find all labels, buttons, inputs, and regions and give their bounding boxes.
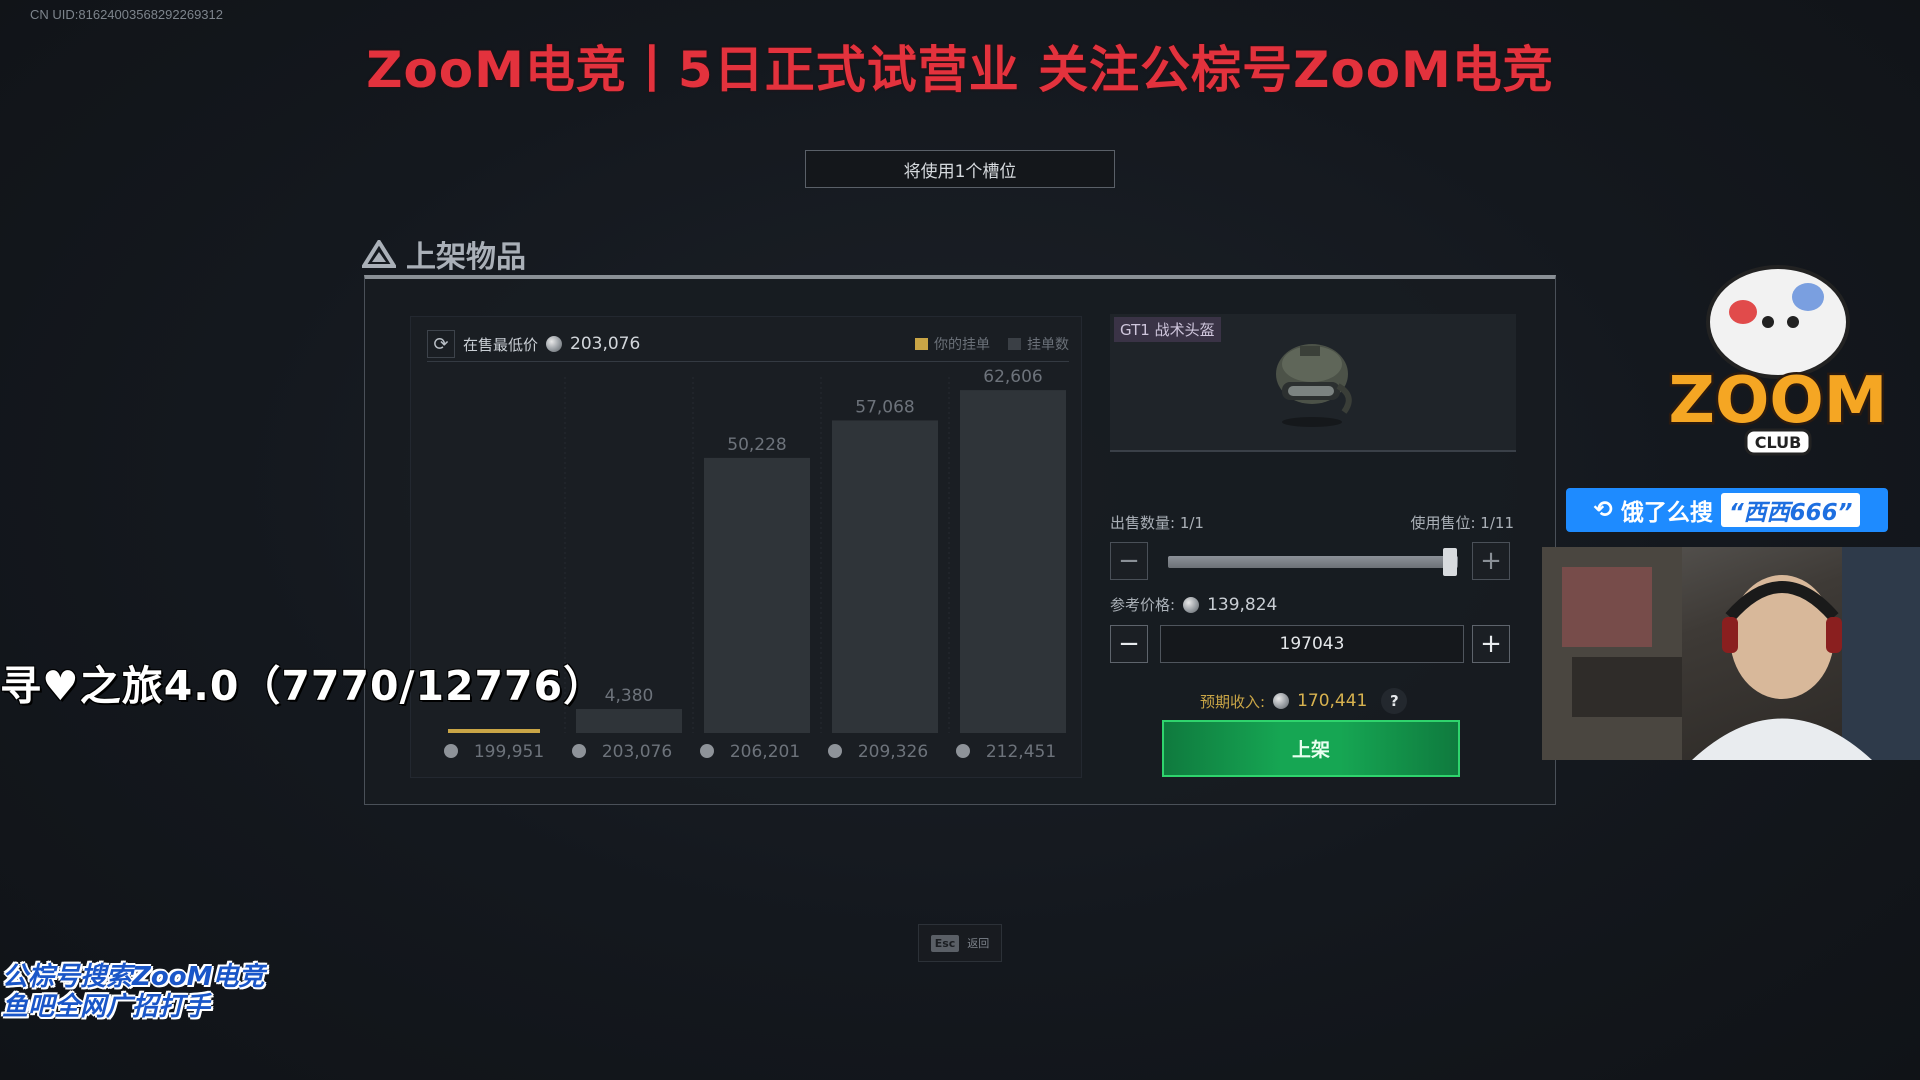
webcam-feed [1542, 547, 1920, 760]
chart-x-tick-label: 206,201 [730, 742, 800, 762]
reference-price-row: 参考价格: 139,824 [1110, 594, 1277, 615]
coin-icon [1273, 693, 1290, 709]
help-button[interactable]: ? [1381, 688, 1408, 714]
section-title: 上架物品 [406, 240, 526, 275]
quantity-slider-thumb[interactable] [1443, 548, 1457, 576]
uid-watermark: CN UID:81624003568292269312 [30, 7, 223, 22]
quest-progress-overlay: 寻♥之旅4.0（7770/12776） [0, 662, 606, 710]
esc-back-button[interactable]: Esc 返回 [918, 924, 1002, 962]
coin-icon [572, 744, 586, 758]
sale-quantity-label: 出售数量: 1/1 [1110, 514, 1204, 532]
sale-slots-label: 使用售位: 1/11 [1410, 514, 1514, 532]
promo-overlay: 公棕号搜索ZooM电竞 鱼吧全网广招打手 [2, 962, 264, 1022]
chart-bar [960, 390, 1066, 733]
quantity-row: 出售数量: 1/1 使用售位: 1/11 [1110, 512, 1514, 533]
quantity-slider[interactable] [1168, 556, 1458, 568]
quantity-slider-fill [1168, 556, 1458, 568]
chart-x-tick-label: 203,076 [602, 742, 672, 762]
chart-x-tick-label: 199,951 [474, 742, 544, 762]
list-item-button[interactable]: 上架 [1162, 720, 1460, 777]
reference-price-label: 参考价格: [1110, 596, 1176, 614]
item-name: GT1 战术头盔 [1114, 317, 1221, 342]
chart-value-label: 62,606 [983, 367, 1042, 387]
chart-bar [576, 709, 682, 733]
price-input[interactable] [1160, 625, 1464, 663]
reference-price-value: 139,824 [1207, 594, 1278, 615]
chart-bar [832, 420, 938, 733]
helmet-icon [1276, 344, 1352, 427]
expected-income-row: 预期收入: 170,441 ? [1200, 688, 1408, 714]
quantity-increase-button[interactable]: + [1472, 542, 1510, 580]
search-banner: ⟲ 饿了么搜 “西西666” [1566, 488, 1888, 532]
slot-usage-notice: 将使用1个槽位 [805, 150, 1115, 188]
expected-income-label: 预期收入: [1200, 692, 1266, 711]
search-banner-prefix: 饿了么搜 [1620, 500, 1713, 526]
delta-logo-icon [362, 240, 396, 268]
stream-banner: ZooM电竞丨5日正式试营业 关注公棕号ZooM电竞 [366, 41, 1554, 99]
price-increase-button[interactable]: + [1472, 625, 1510, 663]
price-decrease-button[interactable]: − [1110, 625, 1148, 663]
logo-sub: CLUB [1755, 433, 1802, 452]
chart-x-tick-label: 212,451 [986, 742, 1056, 762]
section-header: 上架物品 [362, 232, 526, 276]
esc-key: Esc [930, 934, 960, 952]
chart-value-label: 50,228 [727, 435, 786, 455]
expected-income-value: 170,441 [1297, 691, 1368, 711]
streamer-video [1542, 547, 1920, 760]
chart-value-label: 57,068 [855, 397, 914, 417]
chart-bar [704, 457, 810, 733]
coin-icon [956, 744, 970, 758]
item-card: GT1 战术头盔 [1110, 314, 1516, 452]
coin-icon [1183, 596, 1200, 613]
search-banner-icon: ⟲ [1593, 497, 1613, 523]
chart-bar-highlight [448, 729, 540, 733]
search-banner-term: “西西666” [1720, 493, 1861, 527]
coin-icon [828, 744, 842, 758]
coin-icon [700, 744, 714, 758]
esc-back-label: 返回 [967, 937, 990, 950]
chart-x-tick-label: 209,326 [858, 742, 928, 762]
logo-word: ZOOM [1669, 364, 1888, 438]
promo-line-1: 公棕号搜索ZooM电竞 [2, 962, 265, 992]
chart-value-label: 4,380 [605, 686, 654, 706]
zoom-club-logo: ZOOM CLUB [1666, 265, 1890, 456]
quantity-decrease-button[interactable]: − [1110, 542, 1148, 580]
coin-icon [444, 744, 458, 758]
promo-line-2: 鱼吧全网广招打手 [2, 992, 211, 1022]
